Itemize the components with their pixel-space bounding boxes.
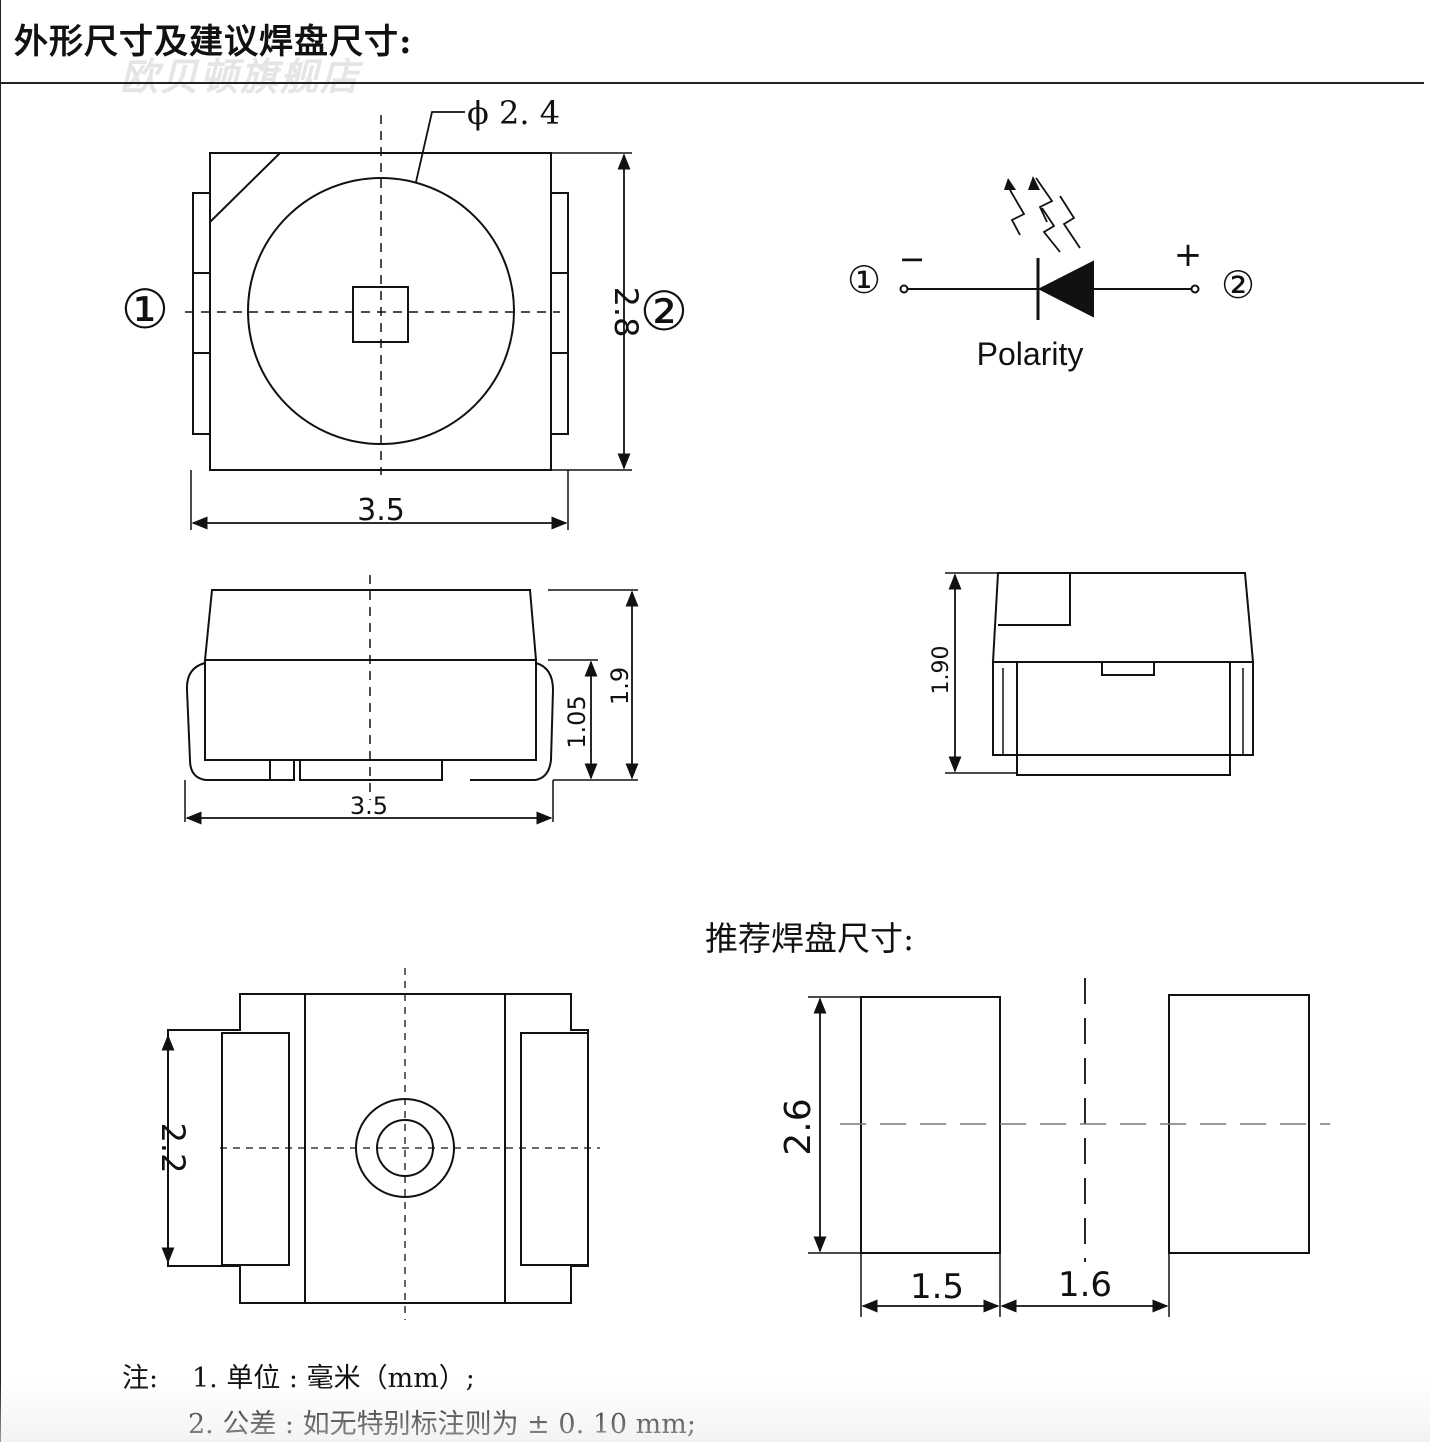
notes-block: 注: 1. 单位 : 毫米（mm）; 2. 公差 : 如无特别标注则为 ± 0. … xyxy=(122,1356,696,1448)
note-row-2: 2. 公差 : 如无特别标注则为 ± 0. 10 mm; xyxy=(122,1402,696,1448)
polarity-pin1-label: ① xyxy=(847,258,881,302)
top-height-dim: 2.8 xyxy=(607,287,645,338)
notes-prefix: 注: xyxy=(122,1363,159,1394)
lens-diameter-label: ϕ 2. 4 xyxy=(467,94,560,132)
note-line-2: 2. 公差 : 如无特别标注则为 ± 0. 10 mm; xyxy=(188,1409,696,1440)
pad-left xyxy=(860,996,1001,1254)
terminal-2 xyxy=(1190,284,1200,294)
polarity-minus: − xyxy=(899,240,926,278)
polarity-caption: Polarity xyxy=(977,336,1084,372)
top-view-left-lead xyxy=(192,192,211,435)
pad-height-dim: 2.6 xyxy=(778,1098,819,1155)
terminal-1 xyxy=(899,284,909,294)
note-row-1: 注: 1. 单位 : 毫米（mm）; xyxy=(122,1356,696,1402)
side-left-lead xyxy=(185,662,270,781)
top-pin1-label: ① xyxy=(121,278,169,341)
side-width-dim: 3.5 xyxy=(350,792,388,820)
top-pin2-label: ② xyxy=(640,280,688,343)
side-right-lead xyxy=(470,662,555,781)
end-view-dome xyxy=(991,572,1255,663)
bottom-left-pad xyxy=(221,1032,290,1266)
bottom-height-dim: 2.2 xyxy=(154,1123,192,1174)
cathode-chamfer xyxy=(209,152,281,223)
light-arrow-2 xyxy=(1028,176,1040,190)
end-view xyxy=(945,572,1255,776)
bottom-right-pad xyxy=(520,1032,589,1266)
polarity-symbol xyxy=(899,176,1200,320)
note-line-1: 1. 单位 : 毫米（mm）; xyxy=(192,1363,475,1394)
polarity-plus: + xyxy=(1174,235,1203,275)
recommended-pad-title: 推荐焊盘尺寸: xyxy=(705,919,914,958)
light-arrow-1 xyxy=(1004,178,1016,190)
side-total-height-dim: 1.9 xyxy=(606,667,634,705)
end-height-dim: 1.90 xyxy=(929,646,954,695)
side-body-height-dim: 1.05 xyxy=(563,695,591,748)
end-view-base xyxy=(1016,661,1231,776)
pad-gap-dim: 1.6 xyxy=(1058,1265,1112,1305)
top-view-right-lead xyxy=(550,192,569,435)
drawing-canvas: ① ② ϕ 2. 4 2.8 3.5 ① ② − + Polarity 3.5 … xyxy=(121,94,1330,1320)
top-width-dim: 3.5 xyxy=(357,493,405,528)
top-view xyxy=(185,111,632,530)
pad-width-dim: 1.5 xyxy=(910,1267,964,1307)
bottom-view xyxy=(161,968,600,1320)
diode-triangle xyxy=(1037,260,1094,318)
polarity-pin2-label: ② xyxy=(1221,263,1255,307)
